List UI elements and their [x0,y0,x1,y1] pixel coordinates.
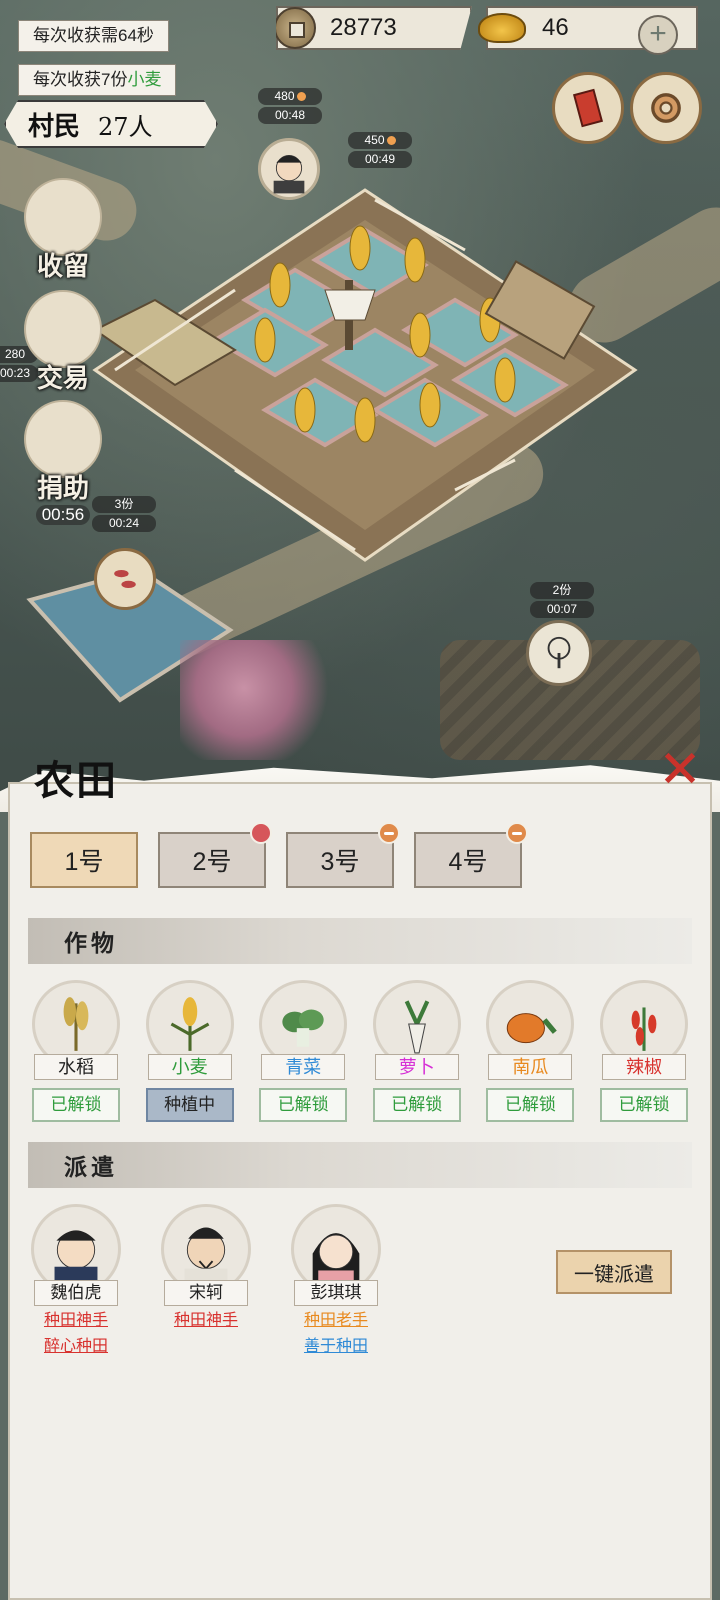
retain-button[interactable]: 收留 [18,178,108,283]
lock-badge-icon [378,822,400,844]
crop-status: 已解锁 [259,1088,348,1122]
scroll-button[interactable] [552,72,624,144]
donate-timer: 00:56 [35,505,91,525]
farm-panel [8,782,712,1600]
worker-item[interactable]: 彭琪琪 种田老手 善于种田 [288,1204,384,1358]
gear-icon [651,93,681,123]
village-map[interactable]: 480 00:48 450 00:49 280 00:23 3份 00:24 2… [0,0,720,800]
map-timer-tag: 480 00:48 [258,88,322,126]
scroll-icon [572,88,604,128]
add-gold-button[interactable]: + [638,15,678,55]
tab-field-2[interactable]: 2号 [158,822,272,888]
villager-count-banner[interactable]: 村民 27人 [4,100,218,148]
gold-counter: 46 + [478,6,698,55]
close-button[interactable]: ✕ [652,744,708,796]
settings-button[interactable] [630,72,702,144]
villager-count: 27人 [98,112,153,141]
dispatch-all-button[interactable]: 一键派遣 [556,1250,672,1294]
tab-field-3[interactable]: 3号 [286,822,400,888]
crop-item-radish[interactable]: 萝卜 已解锁 [369,980,465,1122]
donate-button[interactable]: 捐助 00:56 [18,400,108,525]
crop-status: 种植中 [145,1088,234,1122]
tab-field-4[interactable]: 4号 [414,822,528,888]
crop-status: 已解锁 [486,1088,575,1122]
crop-item-wheat[interactable]: 小麦 种植中 [142,980,238,1122]
cherry-trees [180,640,340,760]
scale-icon [24,290,102,368]
copper-coin-icon [276,7,316,49]
field-tabs: 1号 2号 3号 4号 [30,822,528,888]
harvest-time-chip: 每次收获需64秒 [18,20,169,52]
farm-field[interactable] [75,170,655,590]
coin-icon [296,92,306,101]
gold-ingot-icon [478,13,526,43]
coin-icon [386,136,396,145]
tree-button[interactable] [526,620,592,686]
worker-avatar[interactable] [258,138,320,200]
crop-item-chili[interactable]: 辣椒 已解锁 [596,980,692,1122]
worker-item[interactable]: 宋轲 种田神手 [158,1204,254,1358]
crop-item-greens[interactable]: 青菜 已解锁 [255,980,351,1122]
farm-field-illustration [92,188,638,562]
harvest-yield-chip: 每次收获7份小麦 [18,64,177,96]
trade-button[interactable]: 交易 [18,290,108,395]
map-timer-tag: 2份 00:07 [530,582,594,620]
worker-list: 魏伯虎 种田神手 醉心种田 宋轲 种田神手 彭琪琪 种田老手 善于种田 [28,1204,384,1358]
donate-icon [24,400,102,478]
crop-item-rice[interactable]: 水稻 已解锁 [28,980,124,1122]
man-portrait-icon [273,155,305,194]
notification-dot-icon [250,822,272,844]
retain-icon [24,178,102,256]
tab-field-1[interactable]: 1号 [30,832,138,888]
lock-badge-icon [506,822,528,844]
worker-item[interactable]: 魏伯虎 种田神手 醉心种田 [28,1204,124,1358]
fish-icon [114,570,136,588]
crop-item-pumpkin[interactable]: 南瓜 已解锁 [482,980,578,1122]
map-timer-tag: 450 00:49 [348,132,412,170]
crop-status: 已解锁 [599,1088,688,1122]
tree-icon [547,636,571,669]
crop-status: 已解锁 [32,1088,120,1122]
crop-list: 水稻 已解锁 小麦 种植中 青菜 已解锁 萝卜 已解锁 南瓜 已解锁 辣椒 已解… [28,980,692,1122]
coin-counter: 28773 [276,6,472,50]
fish-pond-button[interactable] [94,548,156,610]
crop-status: 已解锁 [372,1088,461,1122]
close-icon: ✕ [658,741,702,799]
dispatch-section-header: 派遣 [28,1142,692,1188]
panel-title: 农田 [34,757,118,804]
crops-section-header: 作物 [28,918,692,964]
villager-label: 村民 [28,111,81,142]
